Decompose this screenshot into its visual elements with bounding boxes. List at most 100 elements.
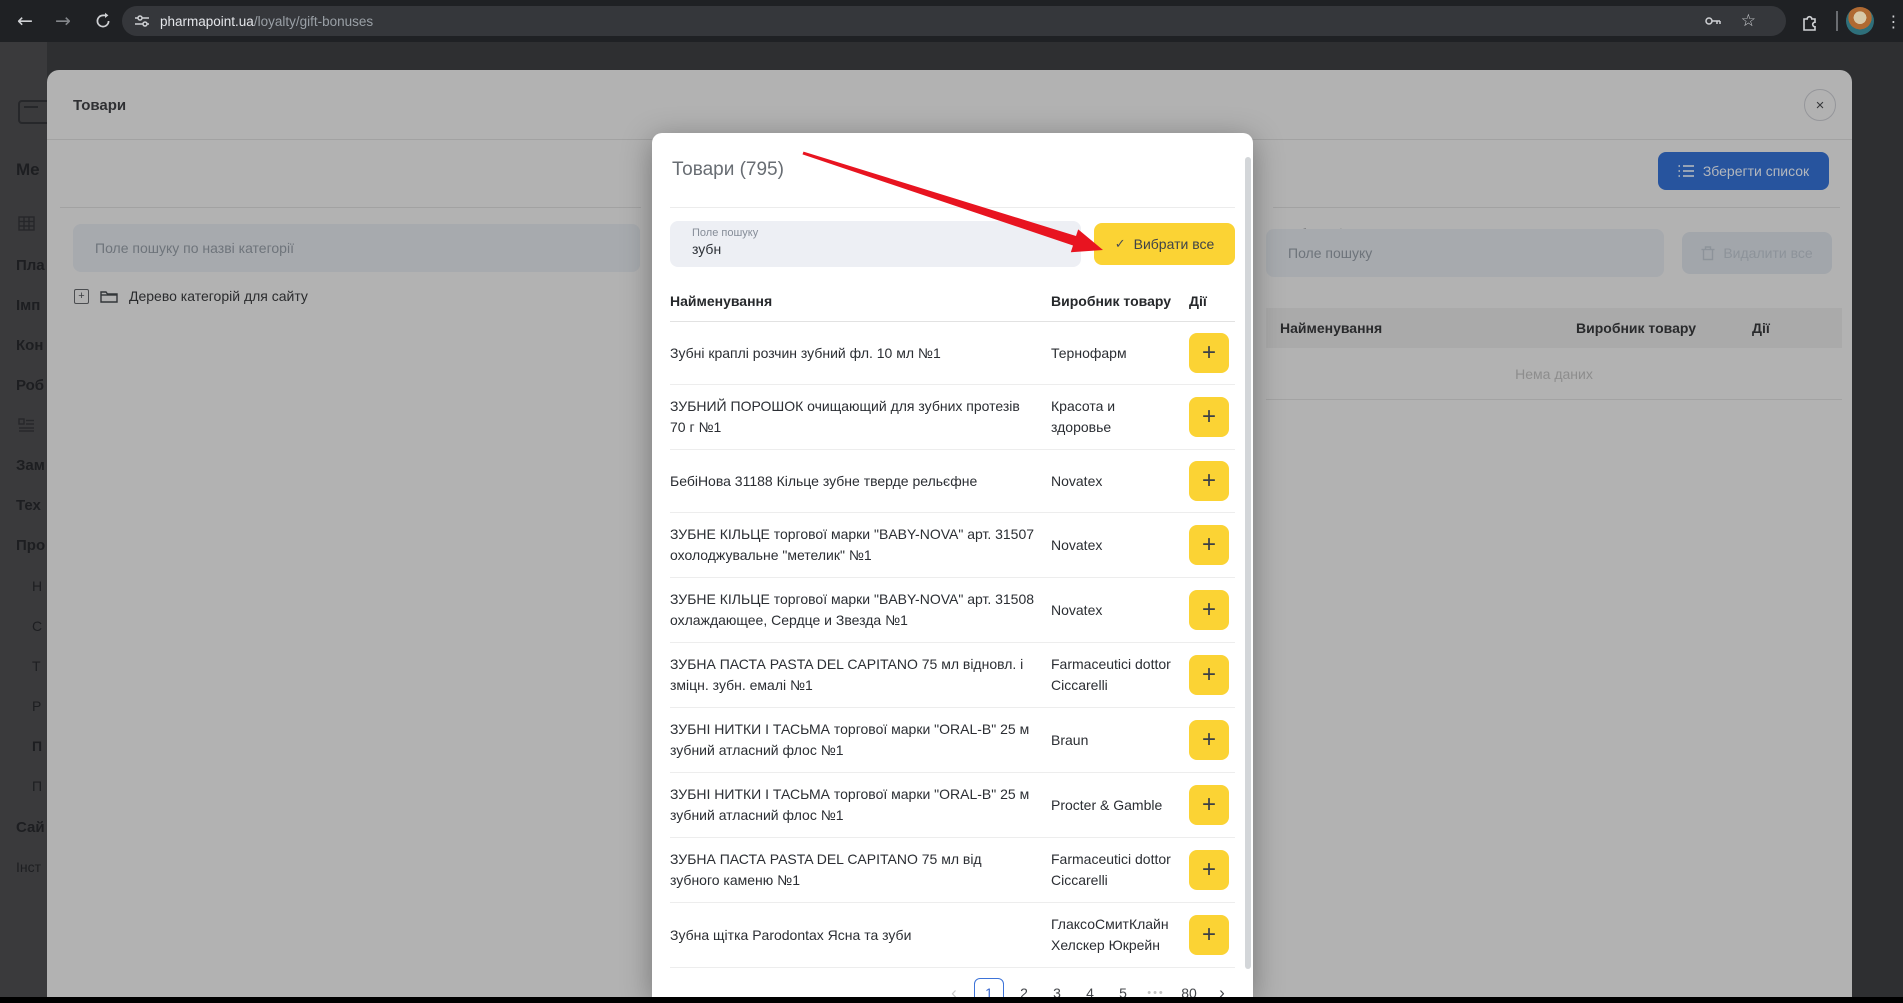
table-row: ЗУБНА ПАСТА PASTA DEL CAPITANO 75 мл від… xyxy=(670,838,1235,903)
add-product-button[interactable]: + xyxy=(1189,915,1229,955)
add-product-button[interactable]: + xyxy=(1189,333,1229,373)
save-list-label: Зберегти список xyxy=(1703,163,1809,179)
url-host: pharmapoint.ua xyxy=(160,14,254,29)
sidebar-item: Ме xyxy=(16,160,40,180)
grid-icon xyxy=(18,216,35,231)
column-actions: Дії xyxy=(1189,293,1235,309)
category-tree-item[interactable]: + Дерево категорій для сайту xyxy=(74,288,308,304)
product-manufacturer: Farmaceutici dottor Ciccarelli xyxy=(1051,849,1173,891)
password-key-icon[interactable] xyxy=(1704,13,1722,29)
add-product-button[interactable]: + xyxy=(1189,461,1229,501)
folder-icon xyxy=(100,289,118,304)
delete-all-button[interactable]: Видалити все xyxy=(1682,232,1832,274)
product-manufacturer: Красота и здоровье xyxy=(1051,396,1173,438)
reload-icon[interactable] xyxy=(86,0,120,42)
category-search-input[interactable] xyxy=(73,224,640,272)
toolbar-separator xyxy=(1836,11,1838,31)
close-icon[interactable]: × xyxy=(1804,89,1836,121)
scrollbar-thumb[interactable] xyxy=(1245,157,1251,969)
back-icon[interactable]: ← xyxy=(8,0,42,42)
products-popup: Товари (795) Поле пошуку зубн ✓ Вибрати … xyxy=(652,133,1253,997)
add-product-button[interactable]: + xyxy=(1189,720,1229,760)
selected-table-header: Найменування Виробник товару Дії xyxy=(1266,308,1842,348)
product-name: ЗУБНЕ КІЛЬЦЕ торгової марки "BABY-NOVA" … xyxy=(670,589,1035,631)
forward-icon[interactable]: → xyxy=(46,0,80,42)
product-manufacturer: Braun xyxy=(1051,730,1173,751)
sidebar-subitem: С xyxy=(32,618,42,634)
sidebar-item: Роб xyxy=(16,377,44,394)
screen: ← → pharmapoint.ua/loyalty/gift-bonuses xyxy=(0,0,1903,1003)
add-product-button[interactable]: + xyxy=(1189,525,1229,565)
browser-toolbar: ← → pharmapoint.ua/loyalty/gift-bonuses xyxy=(0,0,1903,42)
add-product-button[interactable]: + xyxy=(1189,655,1229,695)
add-product-button[interactable]: + xyxy=(1189,590,1229,630)
tree-expand-icon[interactable]: + xyxy=(74,289,89,304)
product-name: БебіНова 31188 Кільце зубне тверде рельє… xyxy=(670,471,1035,492)
sidebar-subitem: Р xyxy=(32,698,41,714)
product-name: ЗУБНІ НИТКИ І ТАСЬМА торгової марки "ORA… xyxy=(670,784,1035,826)
table-row: Зубні краплі розчин зубний фл. 10 мл №1 … xyxy=(670,322,1235,385)
select-all-button[interactable]: ✓ Вибрати все xyxy=(1094,223,1235,265)
browser-menu-icon[interactable]: ⋮ xyxy=(1884,0,1903,42)
url-text[interactable]: pharmapoint.ua/loyalty/gift-bonuses xyxy=(160,6,373,36)
select-all-label: Вибрати все xyxy=(1134,236,1215,252)
bottom-black-bar xyxy=(0,997,1903,1003)
sidebar-subitem: П xyxy=(32,778,42,794)
add-product-button[interactable]: + xyxy=(1189,397,1229,437)
sidebar-item: Сай xyxy=(16,819,45,836)
divider xyxy=(670,207,1235,208)
divider xyxy=(1273,207,1840,208)
products-search-row: Поле пошуку зубн ✓ Вибрати все xyxy=(670,221,1235,267)
sidebar-item: Про xyxy=(16,537,45,554)
product-manufacturer: Novatex xyxy=(1051,471,1173,492)
unordered-list-icon xyxy=(1678,164,1694,178)
products-search-value: зубн xyxy=(692,241,1081,257)
save-list-button[interactable]: Зберегти список xyxy=(1658,152,1829,190)
column-name: Найменування xyxy=(670,293,1035,309)
sidebar-subitem: Т xyxy=(32,658,41,674)
table-row: БебіНова 31188 Кільце зубне тверде рельє… xyxy=(670,450,1235,513)
modal-title: Товари xyxy=(73,70,126,140)
table-row: ЗУБНА ПАСТА PASTA DEL CAPITANO 75 мл від… xyxy=(670,643,1235,708)
table-row: ЗУБНЕ КІЛЬЦЕ торгової марки "BABY-NOVA" … xyxy=(670,513,1235,578)
url-path: /loyalty/gift-bonuses xyxy=(254,14,373,29)
list-icon xyxy=(18,418,35,432)
product-manufacturer: ГлаксоСмитКлайн Хелскер Юкрейн xyxy=(1051,914,1173,956)
product-manufacturer: Procter & Gamble xyxy=(1051,795,1173,816)
delete-all-label: Видалити все xyxy=(1723,245,1812,261)
product-name: ЗУБНЕ КІЛЬЦЕ торгової марки "BABY-NOVA" … xyxy=(670,524,1035,566)
table-row: ЗУБНИЙ ПОРОШОК очищающий для зубних прот… xyxy=(670,385,1235,450)
profile-avatar[interactable] xyxy=(1846,7,1874,35)
site-info-icon[interactable] xyxy=(134,13,150,29)
product-name: ЗУБНА ПАСТА PASTA DEL CAPITANO 75 мл від… xyxy=(670,654,1035,696)
column-manufacturer: Виробник товару xyxy=(1051,293,1173,309)
product-name: Зубні краплі розчин зубний фл. 10 мл №1 xyxy=(670,343,1035,364)
product-manufacturer: Тернофарм xyxy=(1051,343,1173,364)
bookmark-star-icon[interactable]: ☆ xyxy=(1741,6,1756,36)
sidebar-item: Імп xyxy=(16,297,40,314)
trash-icon xyxy=(1701,246,1715,261)
selected-search-input[interactable] xyxy=(1266,229,1664,277)
add-product-button[interactable]: + xyxy=(1189,850,1229,890)
column-name: Найменування xyxy=(1280,320,1576,336)
url-bar[interactable]: pharmapoint.ua/loyalty/gift-bonuses ☆ xyxy=(122,6,1786,36)
admin-sidebar-clipped: Ме Пла Імп Кон Роб Зам Тех Про Н С xyxy=(0,42,47,997)
modal-header: Товари × xyxy=(47,70,1852,140)
sidebar-subitem: Н xyxy=(32,578,42,594)
products-table-header: Найменування Виробник товару Дії xyxy=(670,289,1235,322)
add-product-button[interactable]: + xyxy=(1189,785,1229,825)
products-search-label: Поле пошуку xyxy=(692,227,1081,239)
products-search-field[interactable]: Поле пошуку зубн xyxy=(670,221,1081,267)
product-name: Зубна щітка Parodontax Ясна та зуби xyxy=(670,925,1035,946)
sidebar-item: Інст xyxy=(16,859,41,875)
table-row: ЗУБНІ НИТКИ І ТАСЬМА торгової марки "ORA… xyxy=(670,708,1235,773)
product-manufacturer: Farmaceutici dottor Ciccarelli xyxy=(1051,654,1173,696)
column-actions: Дії xyxy=(1752,320,1828,336)
table-row: ЗУБНІ НИТКИ І ТАСЬМА торгової марки "ORA… xyxy=(670,773,1235,838)
sidebar-item: Пла xyxy=(16,257,45,274)
column-manufacturer: Виробник товару xyxy=(1576,320,1752,336)
extensions-icon[interactable] xyxy=(1800,11,1820,31)
divider xyxy=(60,207,641,208)
table-row: Зубна щітка Parodontax Ясна та зуби Глак… xyxy=(670,903,1235,968)
product-manufacturer: Novatex xyxy=(1051,535,1173,556)
